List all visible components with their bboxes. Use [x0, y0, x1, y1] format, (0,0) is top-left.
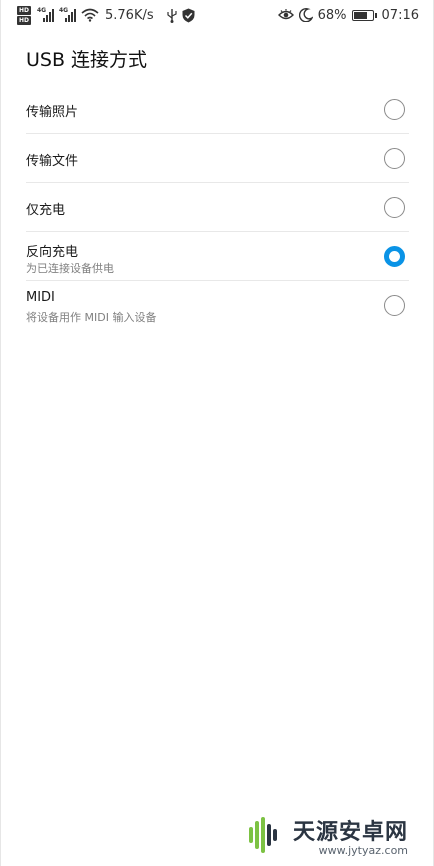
moon-icon [298, 8, 313, 22]
option-description: 将设备用作 MIDI 输入设备 [26, 311, 157, 324]
signal-icon: 4G [59, 7, 77, 22]
android-logo-icon [244, 815, 284, 855]
radio-button[interactable] [384, 148, 405, 169]
battery-percent: 68% [317, 7, 347, 23]
battery-icon [351, 9, 377, 21]
option-label: 传输文件 [26, 154, 79, 169]
option-charge-only[interactable]: 仅充电 [26, 183, 409, 232]
option-label: 反向充电 [26, 245, 79, 260]
option-label: 传输照片 [26, 105, 79, 120]
page-title: USB 连接方式 [26, 49, 148, 71]
usb-icon [167, 8, 177, 23]
option-transfer-photos[interactable]: 传输照片 [26, 85, 409, 134]
battery-fill [353, 11, 368, 19]
wifi-icon [81, 8, 99, 22]
usb-settings-screen: HD HD 4G 4G 5.76K/s 68% 07:16 USB 连接方式 传… [0, 0, 434, 866]
option-label: 仅充电 [26, 203, 66, 218]
radio-button[interactable] [384, 99, 405, 120]
radio-button-selected[interactable] [384, 246, 405, 267]
clock: 07:16 [381, 7, 419, 23]
option-transfer-files[interactable]: 传输文件 [26, 134, 409, 183]
status-bar: HD HD 4G 4G 5.76K/s 68% 07:16 [1, 0, 434, 28]
shield-icon [182, 8, 195, 22]
network-type-label: 4G [37, 7, 47, 14]
radio-button[interactable] [384, 295, 405, 316]
option-label: MIDI [26, 290, 55, 305]
option-description: 为已连接设备供电 [26, 262, 114, 275]
hd-badge-bottom: HD [17, 15, 31, 25]
watermark: 天源安卓网 www.jytyaz.com [241, 812, 408, 858]
hd-badge-top: HD [17, 5, 31, 15]
option-midi[interactable]: MIDI 将设备用作 MIDI 输入设备 [26, 281, 409, 330]
watermark-name: 天源安卓网 [293, 819, 409, 845]
signal-icon: 4G [37, 7, 55, 22]
status-bar-left: HD HD 4G 4G 5.76K/s [17, 3, 195, 27]
net-speed: 5.76K/s [105, 7, 154, 23]
status-bar-right: 68% 07:16 [277, 3, 419, 27]
usb-mode-list: 传输照片 传输文件 仅充电 反向充电 为已连接设备供电 MIDI 将设备用作 M… [26, 85, 409, 330]
eye-comfort-icon [277, 9, 294, 20]
watermark-text: 天源安卓网 www.jytyaz.com [293, 814, 408, 857]
hd-icon: HD HD [17, 5, 31, 25]
network-type-label: 4G [59, 7, 69, 14]
option-reverse-charging[interactable]: 反向充电 为已连接设备供电 [26, 232, 409, 281]
watermark-url: www.jytyaz.com [318, 843, 409, 857]
radio-button[interactable] [384, 197, 405, 218]
